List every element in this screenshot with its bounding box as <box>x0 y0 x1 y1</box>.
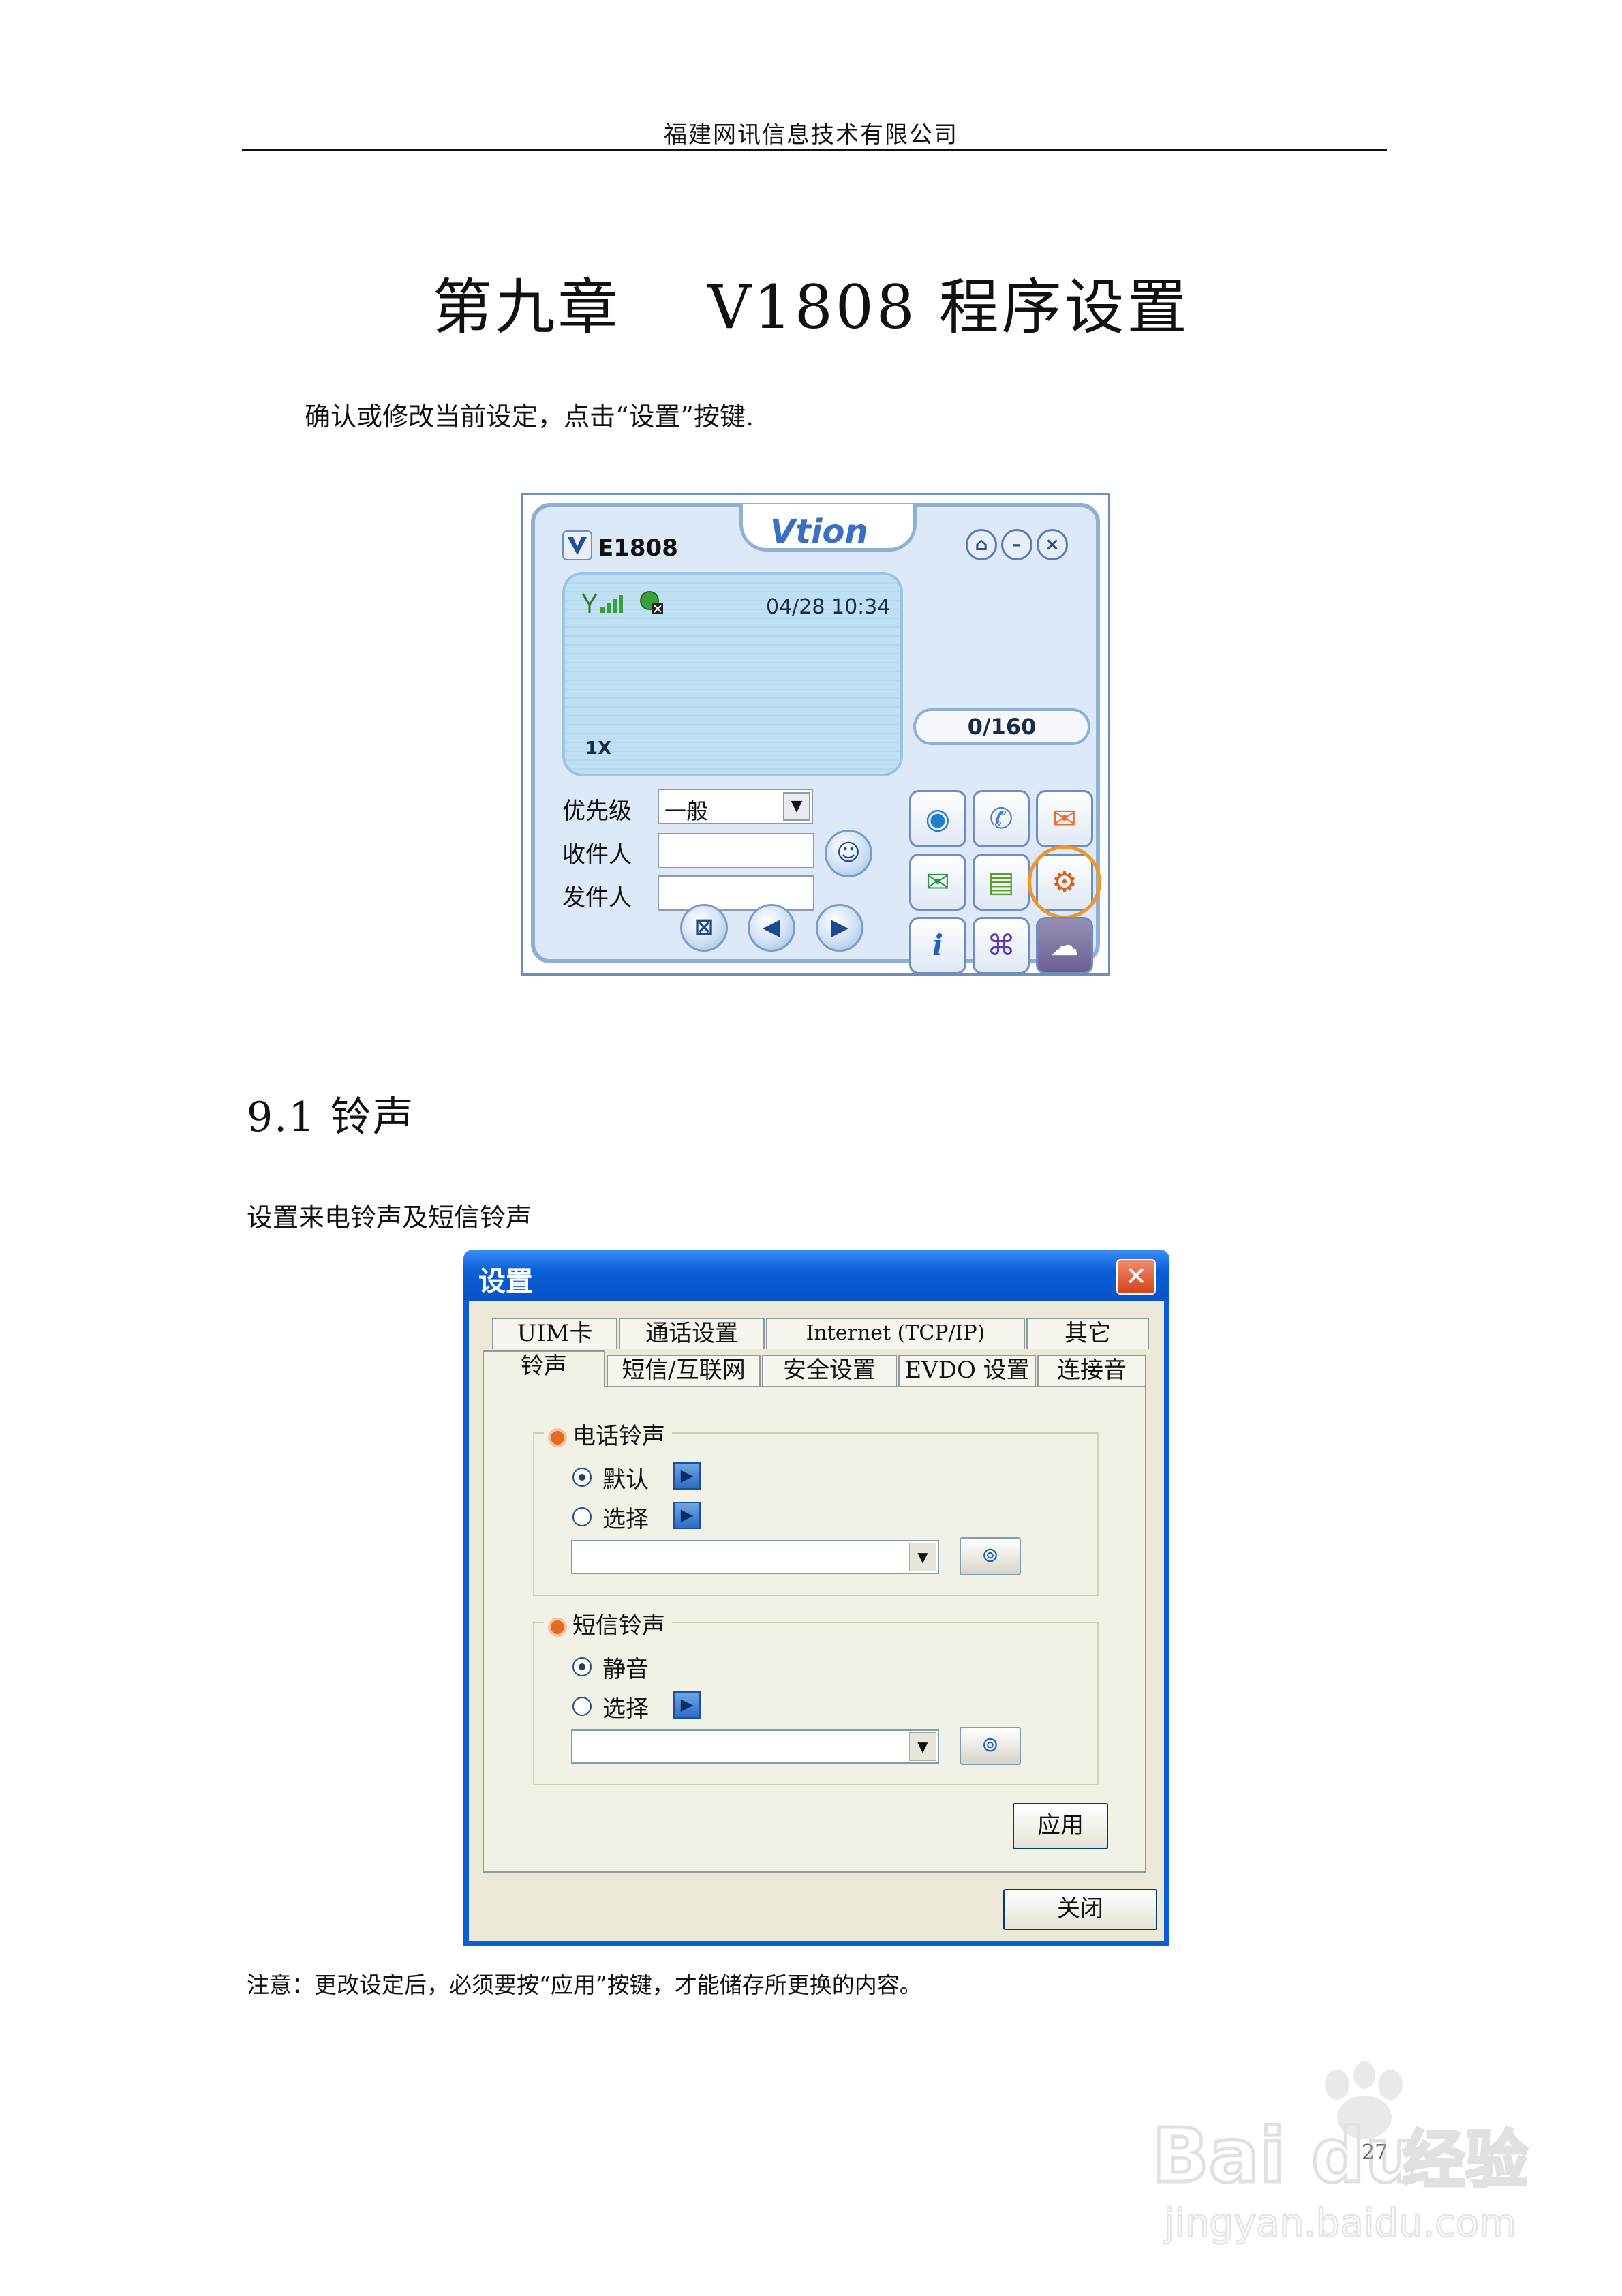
back-icon[interactable]: ◀ <box>748 904 795 952</box>
tab-other[interactable]: 其它 <box>1026 1318 1149 1349</box>
priority-select[interactable]: 一般 ▼ <box>658 789 813 824</box>
svg-text:jingyan.baidu.com: jingyan.baidu.com <box>1163 2201 1516 2246</box>
page-header: 福建网讯信息技术有限公司 <box>664 121 958 149</box>
recipient-input[interactable] <box>658 833 814 868</box>
sms-ringtone-title: 短信铃声 <box>544 1607 672 1640</box>
app-logo-icon <box>562 530 592 560</box>
call-ringtone-combo[interactable]: ▼ <box>571 1540 939 1574</box>
svg-text:经验: 经验 <box>1403 2124 1528 2196</box>
phone-icon[interactable]: ✆ <box>973 790 1030 847</box>
device-frame: Vtion E1808 ⌂ – × 04/28 10:34 1X 0/160 优… <box>531 503 1101 974</box>
tab-security[interactable]: 安全设置 <box>762 1355 897 1386</box>
status-screen: 04/28 10:34 1X <box>562 572 903 776</box>
unicom-icon[interactable]: ⌘ <box>973 917 1030 974</box>
section-title: 9.1 铃声 <box>247 1093 415 1141</box>
chevron-down-icon[interactable]: ▼ <box>909 1543 936 1571</box>
sms-option-choose: 选择 <box>602 1695 649 1723</box>
header-rule <box>242 149 1387 151</box>
tab-ringtone[interactable]: 铃声 <box>483 1350 605 1387</box>
tab-internet[interactable]: Internet (TCP/IP) <box>766 1318 1025 1349</box>
section-description: 设置来电铃声及短信铃声 <box>247 1203 532 1233</box>
antenna-signal-icon <box>581 593 623 613</box>
note-text: 注意：更改设定后，必须要按“应用”按键，才能储存所更换的内容。 <box>247 1972 922 1998</box>
browse-icon[interactable]: ⊚ <box>960 1727 1021 1765</box>
sms-radio-choose[interactable] <box>572 1697 592 1716</box>
sms-option-silent: 静音 <box>602 1656 649 1683</box>
vtion-logo: Vtion <box>770 513 868 551</box>
forward-icon[interactable]: ▶ <box>816 904 863 952</box>
call-ringtone-title: 电话铃声 <box>544 1417 672 1451</box>
ringtone-icon <box>548 1618 567 1637</box>
delete-icon[interactable]: ⊠ <box>680 904 728 952</box>
network-icon[interactable]: ☁ <box>1036 917 1093 974</box>
play-icon[interactable]: ▶ <box>673 1502 701 1529</box>
play-icon[interactable]: ▶ <box>673 1691 701 1719</box>
chevron-down-icon[interactable]: ▼ <box>909 1732 936 1761</box>
sender-label: 发件人 <box>562 884 632 911</box>
priority-value: 一般 <box>664 798 709 824</box>
sms-ringtone-combo[interactable]: ▼ <box>571 1729 939 1764</box>
info-icon[interactable]: i <box>909 917 966 974</box>
tab-sms-internet[interactable]: 短信/互联网 <box>607 1355 761 1386</box>
sms-counter: 0/160 <box>913 708 1090 745</box>
sms-ringtone-group: 短信铃声 静音 选择 ▶ ▼ ⊚ <box>533 1607 1099 1785</box>
dialog-titlebar <box>463 1250 1169 1301</box>
call-ringtone-group: 电话铃声 默认 ▶ 选择 ▶ ▼ ⊚ <box>533 1417 1099 1596</box>
ringtone-icon <box>548 1428 567 1447</box>
dialog-body: UIM卡 通话设置 Internet (TCP/IP) 其它 铃声 短信/互联网… <box>469 1301 1164 1941</box>
lock-icon[interactable]: ⌂ <box>966 529 997 560</box>
close-icon[interactable]: × <box>1037 529 1068 560</box>
tab-call-settings[interactable]: 通话设置 <box>619 1318 765 1349</box>
device-title: E1808 <box>598 534 678 562</box>
settings-dialog: 设置 ✕ UIM卡 通话设置 Internet (TCP/IP) 其它 铃声 短… <box>463 1250 1169 1946</box>
play-icon[interactable]: ▶ <box>673 1462 701 1490</box>
contacts-icon[interactable]: ☺ <box>825 830 872 877</box>
chapter-title: 第九章 V1808 程序设置 <box>432 272 1190 342</box>
ringtone-panel: 电话铃声 默认 ▶ 选择 ▶ ▼ ⊚ 短信铃声 静音 选择 ▶ ▼ ⊚ 应用 <box>483 1386 1146 1873</box>
network-mode: 1X <box>585 738 612 759</box>
settings-highlight-circle <box>1028 845 1101 919</box>
tab-evdo-settings[interactable]: EVDO 设置 <box>898 1355 1036 1386</box>
internet-icon[interactable]: ◉ <box>909 790 966 847</box>
sim-status-icon <box>640 591 663 614</box>
minimize-icon[interactable]: – <box>1001 529 1032 560</box>
send-mail-icon[interactable]: ✉ <box>1036 790 1093 847</box>
recipient-label: 收件人 <box>562 841 632 868</box>
tab-uim[interactable]: UIM卡 <box>492 1318 617 1349</box>
datetime: 04/28 10:34 <box>766 595 891 619</box>
priority-label: 优先级 <box>562 798 632 825</box>
device-window-screenshot: Vtion E1808 ⌂ – × 04/28 10:34 1X 0/160 优… <box>521 493 1110 976</box>
close-button[interactable]: 关闭 <box>1003 1889 1157 1930</box>
tab-connect-sound[interactable]: 连接音 <box>1037 1355 1146 1386</box>
dialog-close-icon[interactable]: ✕ <box>1116 1259 1156 1295</box>
intro-text: 确认或修改当前设定，点击“设置”按键. <box>305 402 754 432</box>
svg-text:Bai du: Bai du <box>1152 2112 1418 2199</box>
receive-mail-icon[interactable]: ✉ <box>909 854 966 911</box>
chevron-down-icon[interactable]: ▼ <box>783 792 810 821</box>
dialog-title: 设置 <box>478 1265 533 1297</box>
call-radio-default[interactable] <box>572 1468 592 1487</box>
sms-radio-silent[interactable] <box>572 1657 592 1676</box>
call-option-default: 默认 <box>602 1466 649 1494</box>
apply-button[interactable]: 应用 <box>1013 1803 1108 1849</box>
browse-icon[interactable]: ⊚ <box>960 1537 1021 1575</box>
phonebook-icon[interactable]: ▤ <box>973 854 1030 911</box>
call-option-choose: 选择 <box>602 1506 649 1533</box>
sender-input[interactable] <box>658 875 814 911</box>
baidu-jingyan-watermark: Bai du 经验 jingyan.baidu.com <box>1152 2061 1529 2246</box>
call-radio-choose[interactable] <box>572 1507 592 1526</box>
